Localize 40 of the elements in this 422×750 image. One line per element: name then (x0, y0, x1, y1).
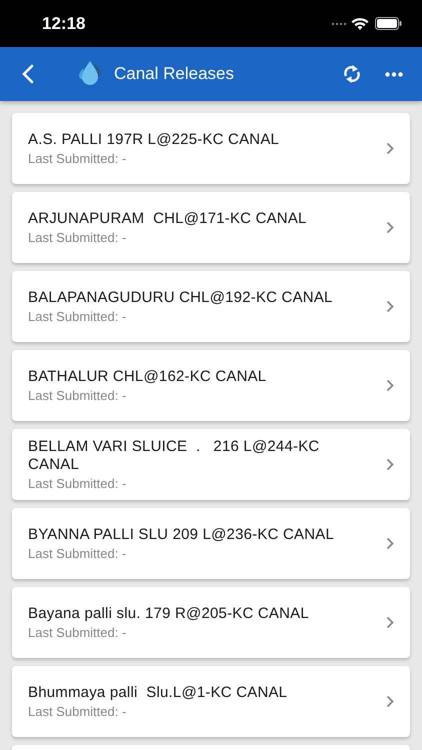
signal-icon (331, 22, 347, 26)
last-submitted-text: Last Submitted: - (28, 151, 128, 166)
release-card[interactable]: ARJUNAPURAM CHL@171-KC CANAL Last Submitted: - (12, 192, 410, 263)
release-card[interactable]: Bhummaya palli Slu.L@1-KC CANAL Last Submitted: - (12, 666, 410, 737)
release-card[interactable]: BATHALUR CHL@162-KC CANAL Last Submitted: - (12, 350, 410, 421)
refresh-icon (342, 63, 362, 85)
canal-name: BYANNA PALLI SLU 209 L@236-KC CANAL (28, 526, 335, 544)
last-submitted-text: Last Submitted: - (28, 546, 128, 561)
last-submitted-text: Last Submitted: - (28, 309, 128, 324)
last-submitted-text: Last Submitted: - (28, 476, 128, 491)
release-card[interactable]: BYANNA PALLI SLU 209 L@236-KC CANAL Last Submitted: - (12, 508, 410, 579)
last-submitted-text: Last Submitted: - (28, 625, 128, 640)
canal-name: BALAPANAGUDURU CHL@192-KC CANAL (28, 289, 334, 307)
canal-name: ARJUNAPURAM CHL@171-KC CANAL (28, 210, 308, 228)
chevron-right-icon (386, 537, 394, 550)
last-submitted-text: Last Submitted: - (28, 230, 128, 245)
clock-time: 12:18 (42, 14, 86, 34)
release-card[interactable]: BALAPANAGUDURU CHL@192-KC CANAL Last Submitted: - (12, 271, 410, 342)
last-submitted-text: Last Submitted: - (28, 388, 128, 403)
wifi-icon (351, 16, 369, 30)
canal-name: BATHALUR CHL@162-KC CANAL (28, 368, 268, 386)
last-submitted-text: Last Submitted: - (28, 704, 128, 719)
canal-name: Bhummaya palli Slu.L@1-KC CANAL (28, 684, 288, 702)
more-icon (385, 72, 403, 76)
release-card[interactable]: A.S. PALLI 197R L@225-KC CANAL Last Submitted: - (12, 113, 410, 184)
battery-icon (375, 17, 402, 30)
chevron-right-icon (386, 142, 394, 155)
release-card[interactable]: BELLAM VARI SLUICE . 216 L@244-KC CANAL Last Submitted: - (12, 429, 410, 500)
screen-title: Canal Releases (114, 64, 236, 84)
canal-name: Bayana palli slu. 179 R@205-KC CANAL (28, 605, 310, 623)
canal-name: BELLAM VARI SLUICE . 216 L@244-KC CANAL (28, 438, 320, 474)
canal-name: A.S. PALLI 197R L@225-KC CANAL (28, 131, 280, 149)
release-card[interactable]: Bayana palli slu. 179 R@205-KC CANAL Last Submitted: - (12, 587, 410, 658)
chevron-right-icon (386, 300, 394, 313)
chevron-right-icon (386, 221, 394, 234)
back-icon (21, 64, 35, 84)
chevron-right-icon (386, 458, 394, 471)
chevron-right-icon (386, 616, 394, 629)
chevron-right-icon (386, 695, 394, 708)
chevron-right-icon (386, 379, 394, 392)
